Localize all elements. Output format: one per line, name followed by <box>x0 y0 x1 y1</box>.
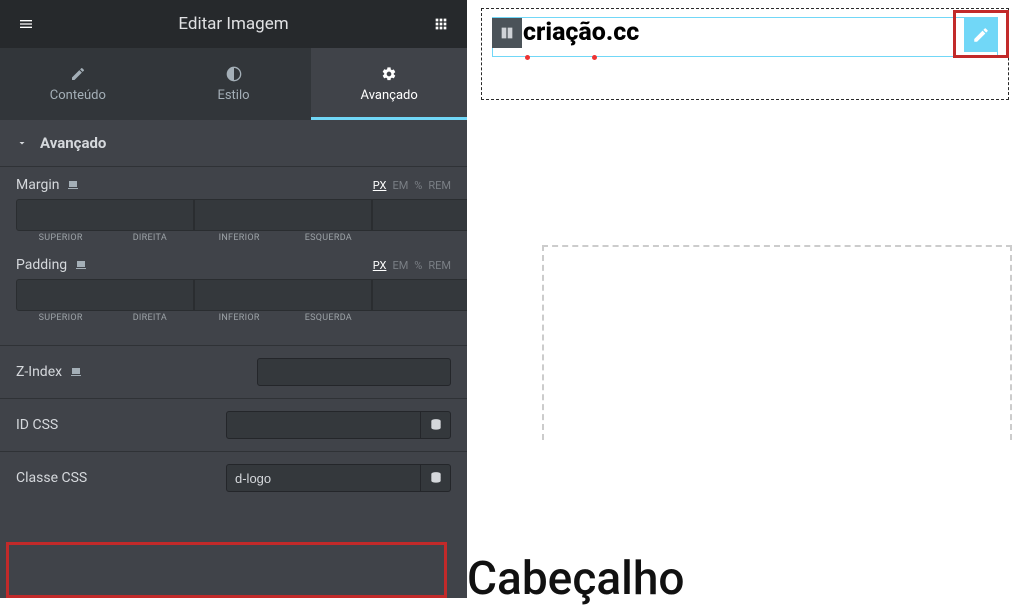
chevron-down-icon <box>16 137 28 149</box>
tab-style[interactable]: Estilo <box>156 48 312 120</box>
margin-right-input[interactable] <box>194 199 372 231</box>
padding-right-input[interactable] <box>194 279 372 311</box>
section-outline[interactable]: criação.cc <box>481 8 1009 100</box>
columns-icon <box>499 25 515 41</box>
desktop-icon[interactable] <box>67 179 79 191</box>
unit-px[interactable]: PX <box>373 259 387 272</box>
database-icon <box>429 418 443 432</box>
grid-icon <box>433 16 449 32</box>
control-label: Classe CSS <box>16 470 87 486</box>
padding-top-input[interactable] <box>16 279 194 311</box>
logo-text: criação.cc <box>523 20 639 45</box>
pencil-icon <box>70 66 86 82</box>
unit-px[interactable]: PX <box>373 179 387 192</box>
panel-header: Editar Imagem <box>0 0 467 48</box>
side-label: ESQUERDA <box>284 233 373 243</box>
column-handle[interactable] <box>492 18 522 48</box>
side-label: SUPERIOR <box>16 233 105 243</box>
section-toggle-advanced[interactable]: Avançado <box>0 120 467 167</box>
database-icon <box>429 471 443 485</box>
control-label: ID CSS <box>16 417 58 433</box>
editor-panel: Editar Imagem Conteúdo Estilo Avançado A… <box>0 0 467 598</box>
tab-content[interactable]: Conteúdo <box>0 48 156 120</box>
side-label: DIREITA <box>105 233 194 243</box>
control-label: Margin <box>16 177 59 193</box>
tab-label: Estilo <box>217 88 249 103</box>
side-label: SUPERIOR <box>16 313 105 323</box>
preview-canvas: criação.cc Cabeçalho <box>467 0 1024 598</box>
tab-advanced[interactable]: Avançado <box>311 48 467 120</box>
side-label: DIREITA <box>105 313 194 323</box>
unit-em[interactable]: EM <box>392 179 408 192</box>
unit-rem[interactable]: REM <box>428 179 451 192</box>
control-id-css: ID CSS <box>0 399 467 452</box>
padding-bottom-input[interactable] <box>372 279 467 311</box>
margin-top-input[interactable] <box>16 199 194 231</box>
control-margin: Margin PX EM % REM SU <box>0 167 467 346</box>
unit-switcher: PX EM % REM <box>373 179 451 192</box>
control-zindex: Z-Index <box>0 346 467 399</box>
annotation-highlight <box>6 542 447 598</box>
contrast-icon <box>226 66 242 82</box>
placeholder-area[interactable] <box>542 245 1012 440</box>
selected-element-outline[interactable]: criação.cc <box>492 17 998 57</box>
zindex-input[interactable] <box>257 358 451 386</box>
side-label: INFERIOR <box>195 313 284 323</box>
control-label: Z-Index <box>16 364 62 380</box>
gear-icon <box>381 66 397 82</box>
edit-element-handle[interactable] <box>964 18 998 52</box>
unit-pct[interactable]: % <box>414 179 422 192</box>
apps-button[interactable] <box>427 10 455 38</box>
unit-em[interactable]: EM <box>392 259 408 272</box>
section-title: Avançado <box>40 134 106 152</box>
side-label: INFERIOR <box>195 233 284 243</box>
tab-label: Avançado <box>361 88 418 103</box>
panel-body: Avançado Margin PX EM % REM <box>0 120 467 598</box>
control-classe-css: Classe CSS <box>0 452 467 504</box>
desktop-icon[interactable] <box>75 259 87 271</box>
tab-label: Conteúdo <box>50 88 106 103</box>
menu-button[interactable] <box>12 10 40 38</box>
id-css-input[interactable] <box>226 411 421 439</box>
desktop-icon[interactable] <box>70 366 82 378</box>
panel-tabs: Conteúdo Estilo Avançado <box>0 48 467 120</box>
panel-title: Editar Imagem <box>178 14 288 34</box>
dynamic-tags-button[interactable] <box>421 464 451 492</box>
classe-css-input[interactable] <box>226 464 421 492</box>
unit-switcher: PX EM % REM <box>373 259 451 272</box>
hamburger-icon <box>18 16 34 32</box>
dynamic-tags-button[interactable] <box>421 411 451 439</box>
pencil-icon <box>972 26 990 44</box>
unit-pct[interactable]: % <box>414 259 422 272</box>
side-label: ESQUERDA <box>284 313 373 323</box>
margin-bottom-input[interactable] <box>372 199 467 231</box>
control-label: Padding <box>16 257 67 273</box>
unit-rem[interactable]: REM <box>428 259 451 272</box>
